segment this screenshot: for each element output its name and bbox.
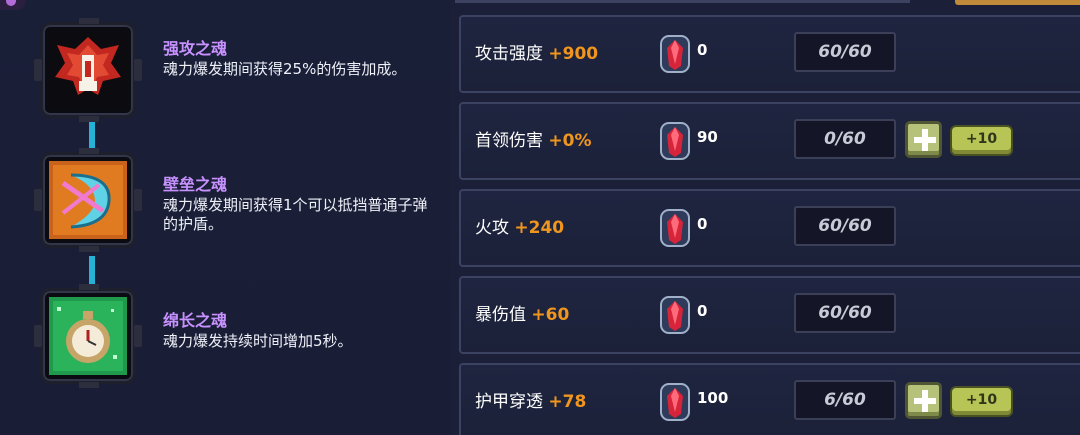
stat-row: 护甲穿透 +78 100 6/60 +10 (459, 363, 1080, 435)
soul-title: 壁垒之魂 (163, 175, 228, 194)
upgrade-plus-button[interactable] (905, 382, 942, 419)
red-gem-icon (660, 122, 690, 160)
stat-row: 暴伤值 +60 0 60/60 (459, 276, 1080, 354)
soul-title: 绵长之魂 (163, 311, 228, 330)
upgrade-plus-button[interactable] (905, 121, 942, 158)
stat-row: 火攻 +240 0 60/60 (459, 189, 1080, 267)
stat-row: 首领伤害 +0% 90 0/60 +10 (459, 102, 1080, 180)
soul-icon-frame[interactable] (34, 148, 142, 252)
stat-level: 6/60 (794, 380, 896, 420)
soul-description: 魂力爆发持续时间增加5秒。 (163, 332, 353, 350)
gem-count: 0 (697, 302, 708, 320)
gem-count: 90 (697, 128, 718, 146)
stat-label: 火攻 +240 (475, 218, 565, 238)
pocket-watch-icon (49, 297, 127, 375)
red-gem-icon (660, 209, 690, 247)
red-gem-icon (660, 296, 690, 334)
stat-bonus: +0% (548, 131, 592, 151)
stat-bonus: +900 (548, 44, 599, 64)
stat-level: 60/60 (794, 32, 896, 72)
stat-label: 护甲穿透 +78 (475, 392, 587, 412)
stat-level: 60/60 (794, 206, 896, 246)
soul-title: 强攻之魂 (163, 39, 228, 58)
soul-description: 魂力爆发期间获得1个可以抵挡普通子弹的护盾。 (163, 196, 428, 233)
red-gem-icon (660, 35, 690, 73)
red-gem-icon (660, 383, 690, 421)
stat-bonus: +60 (531, 305, 570, 325)
top-tab-button[interactable] (955, 0, 1080, 5)
soul-icon-frame[interactable] (34, 284, 142, 388)
shield-bow-icon (49, 161, 127, 239)
soul-description: 魂力爆发期间获得25%的伤害加成。 (163, 60, 407, 78)
stat-row: 攻击强度 +900 0 60/60 (459, 15, 1080, 93)
red-armor-icon (49, 31, 127, 109)
panel-divider (455, 0, 910, 3)
gem-count: 0 (697, 215, 708, 233)
gem-count: 0 (697, 41, 708, 59)
stat-label: 首领伤害 +0% (475, 131, 592, 151)
stat-bonus: +240 (514, 218, 565, 238)
stat-label: 暴伤值 +60 (475, 305, 570, 325)
stat-label: 攻击强度 +900 (475, 44, 599, 64)
soul-icon-frame[interactable] (34, 18, 142, 122)
stat-bonus: +78 (548, 392, 587, 412)
upgrade-plus10-button[interactable]: +10 (950, 125, 1013, 156)
stat-level: 0/60 (794, 119, 896, 159)
gem-count: 100 (697, 389, 729, 407)
upgrade-plus10-button[interactable]: +10 (950, 386, 1013, 417)
stat-level: 60/60 (794, 293, 896, 333)
